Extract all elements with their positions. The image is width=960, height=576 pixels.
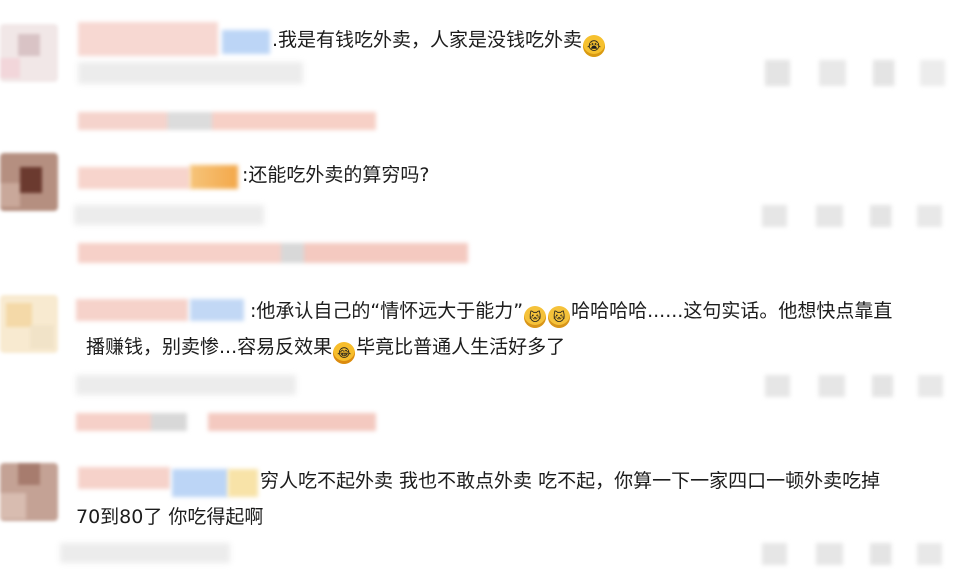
blurred-meta xyxy=(78,62,303,84)
cat-emoji-icon: 🐱 xyxy=(524,306,547,328)
action-icons-blurred[interactable] xyxy=(762,543,942,565)
username-badge-blurred xyxy=(172,469,228,497)
laugh-emoji-icon: 😂 xyxy=(333,342,356,364)
comment-text: :还能吃外卖的算穷吗? xyxy=(242,164,430,186)
comment-4: 穷人吃不起外卖 我也不敢点外卖 吃不起，你算一下一家四口一顿外卖吃掉 70到80… xyxy=(0,445,960,576)
username-badge-2-blurred xyxy=(228,469,258,497)
username-blurred[interactable] xyxy=(78,167,190,189)
cry-emoji-icon: 😭 xyxy=(583,35,606,57)
cat-emoji-icon: 🐱 xyxy=(548,306,571,328)
comment-text-line-2: 播赚钱，别卖惨...容易反效果 😂 毕竟比普通人生活好多了 xyxy=(86,333,565,364)
comment-text: .我是有钱吃外卖，人家是没钱吃外卖 😭 xyxy=(272,26,606,57)
reply-preview-blurred xyxy=(76,413,376,431)
blurred-meta xyxy=(76,375,296,395)
comment-3: :他承认自己的“情怀远大于能力” 🐱 🐱 哈哈哈哈......这句实话。他想快点靠直 … xyxy=(0,285,960,445)
reply-preview-blurred xyxy=(78,243,468,263)
username-badge-blurred xyxy=(222,30,270,54)
action-icons-blurred[interactable] xyxy=(762,205,942,227)
comment-2: :还能吃外卖的算穷吗? xyxy=(0,145,960,285)
avatar[interactable] xyxy=(0,153,58,211)
avatar[interactable] xyxy=(0,295,58,353)
comment-text-line-1: 穷人吃不起外卖 我也不敢点外卖 吃不起，你算一下一家四口一顿外卖吃掉 xyxy=(260,470,881,492)
username-blurred[interactable] xyxy=(78,467,170,489)
username-badge-blurred xyxy=(190,299,244,321)
avatar[interactable] xyxy=(0,24,58,82)
comment-1: .我是有钱吃外卖，人家是没钱吃外卖 😭 xyxy=(0,0,960,145)
blurred-meta xyxy=(60,543,230,563)
username-badge-blurred xyxy=(190,165,238,189)
avatar[interactable] xyxy=(0,463,58,521)
blurred-meta xyxy=(74,205,264,225)
username-blurred[interactable] xyxy=(78,22,218,56)
username-blurred[interactable] xyxy=(76,299,188,321)
comment-text-line-2: 70到80了 你吃得起啊 xyxy=(76,506,264,528)
comment-text-line-1: :他承认自己的“情怀远大于能力” 🐱 🐱 哈哈哈哈......这句实话。他想快点靠直 xyxy=(250,297,892,328)
reply-preview-blurred xyxy=(78,112,376,130)
action-icons-blurred[interactable] xyxy=(765,375,943,397)
action-icons-blurred[interactable] xyxy=(765,60,945,86)
